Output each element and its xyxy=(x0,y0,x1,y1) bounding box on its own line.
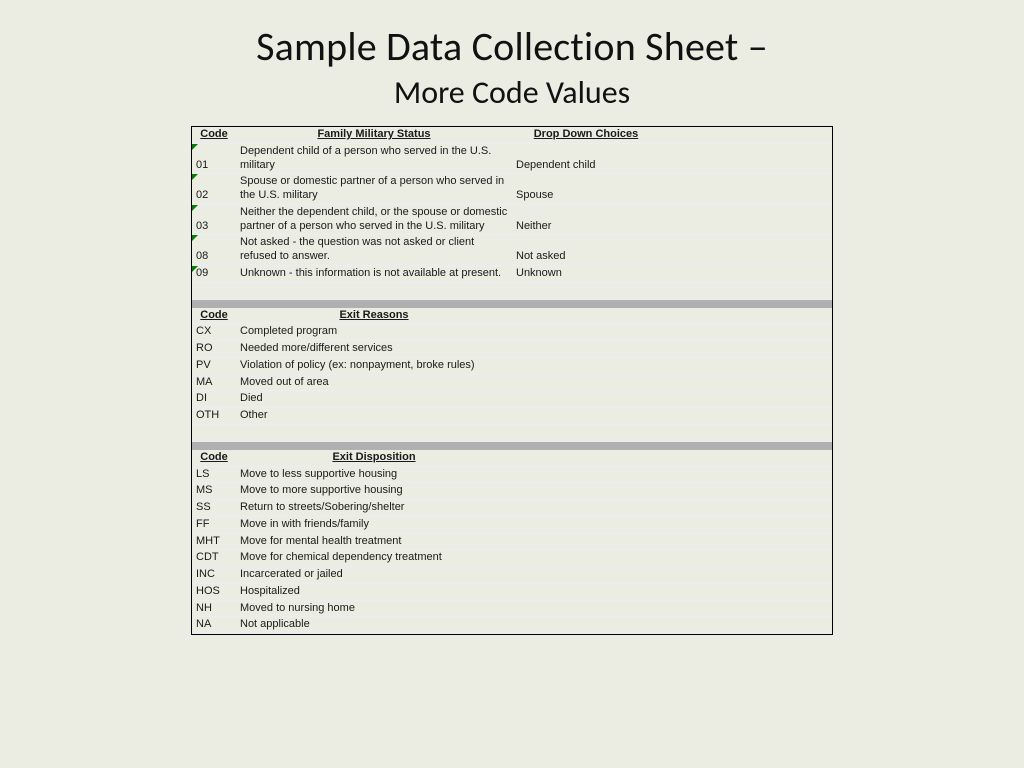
description-cell: Needed more/different services xyxy=(236,341,512,358)
code-cell: 09 xyxy=(192,265,236,282)
code-cell: SS xyxy=(192,500,236,517)
description-cell: Neither the dependent child, or the spou… xyxy=(236,204,512,235)
table-row: INCIncarcerated or jailed xyxy=(192,567,832,584)
table-row: 09Unknown - this information is not avai… xyxy=(192,265,832,282)
code-cell: INC xyxy=(192,567,236,584)
table-row: NHMoved to nursing home xyxy=(192,600,832,617)
table-row: MHTMove for mental health treatment xyxy=(192,533,832,550)
code-cell: PV xyxy=(192,357,236,374)
code-cell: 03 xyxy=(192,204,236,235)
table-row: CXCompleted program xyxy=(192,324,832,341)
code-cell: 01 xyxy=(192,143,236,174)
table-row: HOSHospitalized xyxy=(192,583,832,600)
description-cell: Move in with friends/family xyxy=(236,516,512,533)
code-sheet: CodeFamily Military StatusDrop Down Choi… xyxy=(191,126,833,635)
description-cell: Move for chemical dependency treatment xyxy=(236,550,512,567)
code-cell: OTH xyxy=(192,408,236,425)
col-drop-down-choices: Drop Down Choices xyxy=(512,127,660,143)
col-family-military-status: Family Military Status xyxy=(236,127,512,143)
description-cell: Unknown - this information is not availa… xyxy=(236,265,512,282)
table-row: DIDied xyxy=(192,391,832,408)
code-cell: MHT xyxy=(192,533,236,550)
col-exit-reasons: Exit Reasons xyxy=(236,308,512,324)
section2-header: CodeExit Reasons xyxy=(192,308,832,324)
table-row: SSReturn to streets/Sobering/shelter xyxy=(192,500,832,517)
code-cell: CDT xyxy=(192,550,236,567)
code-cell: HOS xyxy=(192,583,236,600)
table-row: FFMove in with friends/family xyxy=(192,516,832,533)
table-row: MSMove to more supportive housing xyxy=(192,483,832,500)
table-row: CDTMove for chemical dependency treatmen… xyxy=(192,550,832,567)
code-cell: LS xyxy=(192,466,236,483)
description-cell: Other xyxy=(236,408,512,425)
description-cell: Move to less supportive housing xyxy=(236,466,512,483)
table-row: RONeeded more/different services xyxy=(192,341,832,358)
slide-title: Sample Data Collection Sheet – xyxy=(0,22,1024,71)
code-cell: MS xyxy=(192,483,236,500)
table-row: NANot applicable xyxy=(192,617,832,634)
slide: { "title": { "main": "Sample Data Collec… xyxy=(0,0,1024,768)
code-cell: CX xyxy=(192,324,236,341)
description-cell: Move to more supportive housing xyxy=(236,483,512,500)
blank-row xyxy=(192,424,832,441)
section1-header: CodeFamily Military StatusDrop Down Choi… xyxy=(192,127,832,143)
description-cell: Violation of policy (ex: nonpayment, bro… xyxy=(236,357,512,374)
description-cell: Spouse or domestic partner of a person w… xyxy=(236,174,512,205)
col-code: Code xyxy=(192,450,236,466)
code-cell: DI xyxy=(192,391,236,408)
choice-cell: Not asked xyxy=(512,235,660,266)
description-cell: Hospitalized xyxy=(236,583,512,600)
code-cell: NH xyxy=(192,600,236,617)
code-cell: MA xyxy=(192,374,236,391)
title-block: Sample Data Collection Sheet – More Code… xyxy=(0,0,1024,112)
col-code: Code xyxy=(192,127,236,143)
separator-row xyxy=(192,299,832,308)
code-cell: FF xyxy=(192,516,236,533)
table-row: 08Not asked - the question was not asked… xyxy=(192,235,832,266)
separator-row xyxy=(192,441,832,450)
code-cell: 02 xyxy=(192,174,236,205)
table-row: 01Dependent child of a person who served… xyxy=(192,143,832,174)
codes-table: CodeFamily Military StatusDrop Down Choi… xyxy=(192,127,832,634)
code-cell: 08 xyxy=(192,235,236,266)
section3-header: CodeExit Disposition xyxy=(192,450,832,466)
table-row: MAMoved out of area xyxy=(192,374,832,391)
col-code: Code xyxy=(192,308,236,324)
table-row: 03Neither the dependent child, or the sp… xyxy=(192,204,832,235)
choice-cell: Unknown xyxy=(512,265,660,282)
col-exit-disposition: Exit Disposition xyxy=(236,450,512,466)
description-cell: Move for mental health treatment xyxy=(236,533,512,550)
description-cell: Incarcerated or jailed xyxy=(236,567,512,584)
code-cell: RO xyxy=(192,341,236,358)
blank-row xyxy=(192,282,832,299)
description-cell: Moved to nursing home xyxy=(236,600,512,617)
description-cell: Completed program xyxy=(236,324,512,341)
description-cell: Not applicable xyxy=(236,617,512,634)
description-cell: Return to streets/Sobering/shelter xyxy=(236,500,512,517)
choice-cell: Spouse xyxy=(512,174,660,205)
slide-subtitle: More Code Values xyxy=(0,73,1024,112)
description-cell: Moved out of area xyxy=(236,374,512,391)
description-cell: Not asked - the question was not asked o… xyxy=(236,235,512,266)
description-cell: Dependent child of a person who served i… xyxy=(236,143,512,174)
table-row: OTHOther xyxy=(192,408,832,425)
table-row: 02Spouse or domestic partner of a person… xyxy=(192,174,832,205)
table-row: LSMove to less supportive housing xyxy=(192,466,832,483)
choice-cell: Dependent child xyxy=(512,143,660,174)
choice-cell: Neither xyxy=(512,204,660,235)
table-row: PVViolation of policy (ex: nonpayment, b… xyxy=(192,357,832,374)
description-cell: Died xyxy=(236,391,512,408)
code-cell: NA xyxy=(192,617,236,634)
